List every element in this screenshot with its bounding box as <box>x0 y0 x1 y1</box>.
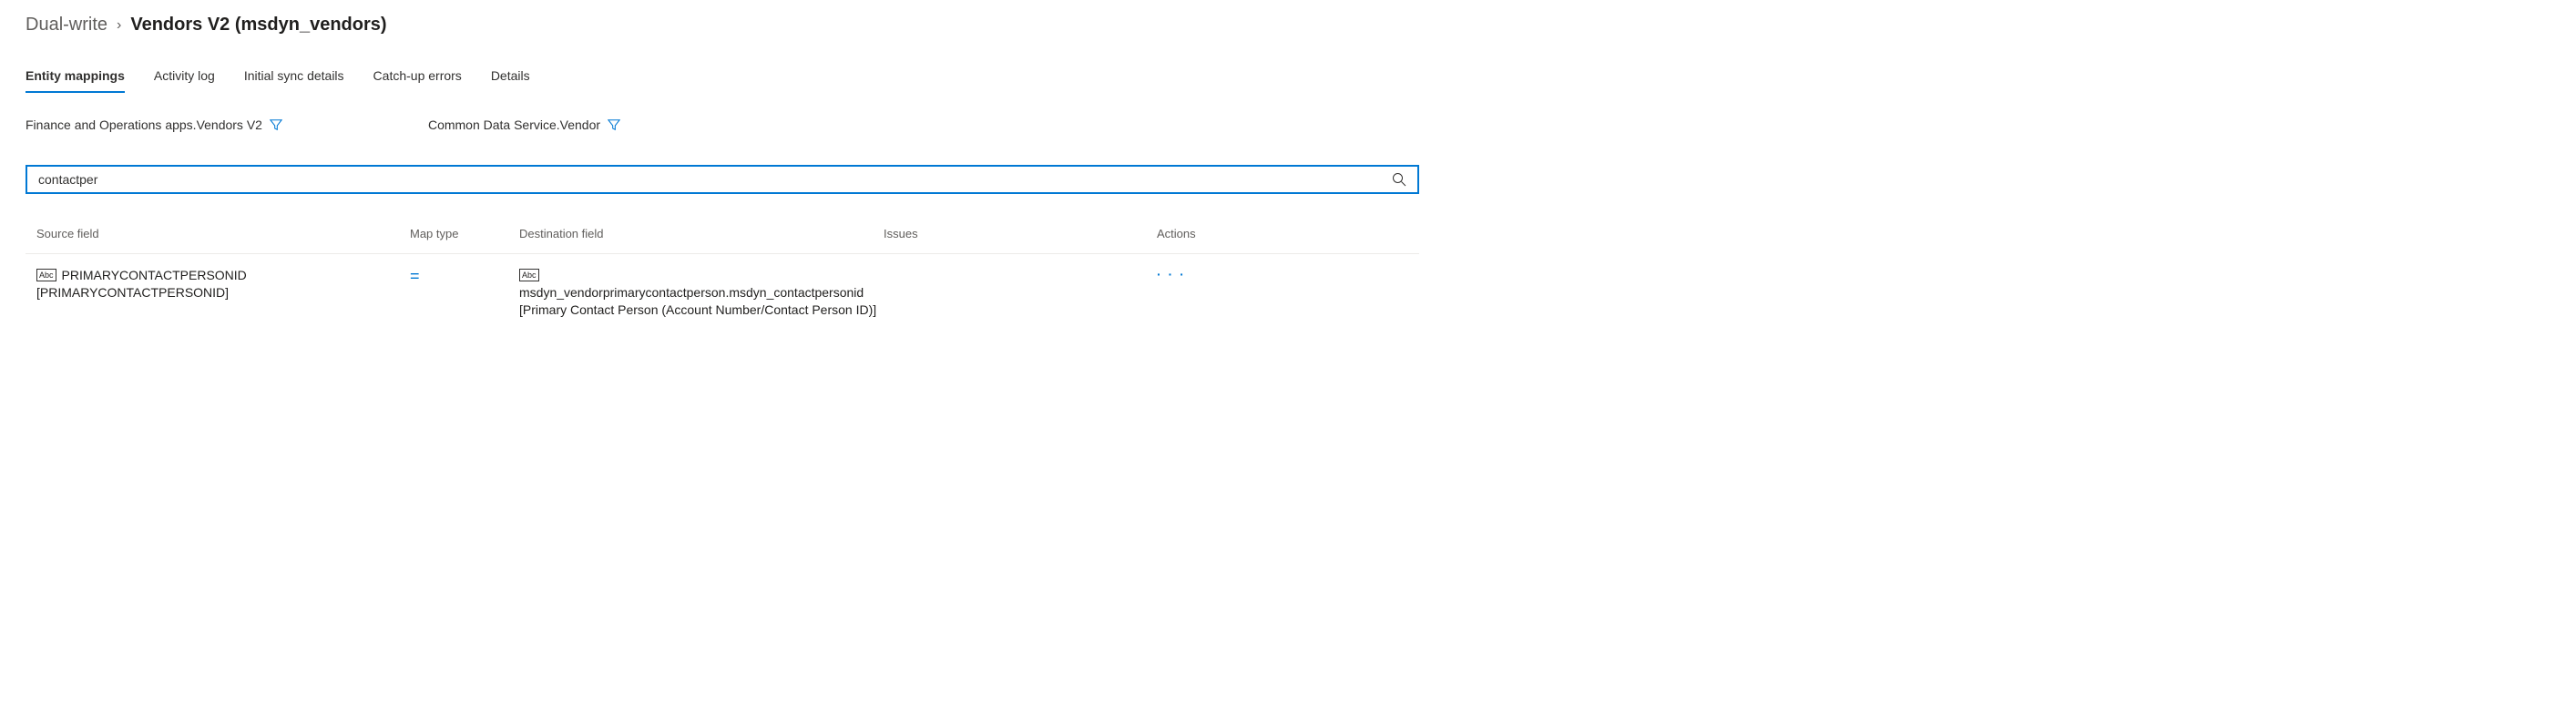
tab-activity-log[interactable]: Activity log <box>154 61 215 92</box>
equals-icon: = <box>410 267 420 285</box>
table-row[interactable]: Abc PRIMARYCONTACTPERSONID [PRIMARYCONTAC… <box>26 254 1419 332</box>
dest-text: msdyn_vendorprimarycontactperson.msdyn_c… <box>519 285 876 317</box>
header-dest[interactable]: Destination field <box>519 227 884 240</box>
header-source[interactable]: Source field <box>36 227 410 240</box>
entity-right-label: Common Data Service.Vendor <box>428 117 600 132</box>
source-line1: PRIMARYCONTACTPERSONID <box>62 268 247 282</box>
cell-maptype[interactable]: = <box>410 267 519 286</box>
cell-source: Abc PRIMARYCONTACTPERSONID [PRIMARYCONTAC… <box>36 267 410 301</box>
breadcrumb-current: Vendors V2 (msdyn_vendors) <box>130 15 386 36</box>
mapping-table: Source field Map type Destination field … <box>26 227 1419 332</box>
header-actions[interactable]: Actions <box>1157 227 1266 240</box>
abc-badge-icon: Abc <box>519 269 539 281</box>
entity-right: Common Data Service.Vendor <box>428 117 620 132</box>
search-icon[interactable] <box>1392 172 1406 187</box>
more-actions-icon[interactable]: · · · <box>1157 267 1186 281</box>
header-maptype[interactable]: Map type <box>410 227 519 240</box>
search-wrapper[interactable] <box>26 165 1419 194</box>
search-input[interactable] <box>38 172 1392 187</box>
table-header: Source field Map type Destination field … <box>26 227 1419 254</box>
abc-badge-icon: Abc <box>36 269 56 281</box>
entities-row: Finance and Operations apps.Vendors V2 C… <box>26 117 2550 132</box>
tab-entity-mappings[interactable]: Entity mappings <box>26 61 125 92</box>
cell-dest: Abc msdyn_vendorprimarycontactperson.msd… <box>519 267 884 319</box>
tab-initial-sync-details[interactable]: Initial sync details <box>244 61 344 92</box>
entity-left-label: Finance and Operations apps.Vendors V2 <box>26 117 262 132</box>
entity-left: Finance and Operations apps.Vendors V2 <box>26 117 282 132</box>
breadcrumb-parent[interactable]: Dual-write <box>26 15 107 36</box>
breadcrumb: Dual-write › Vendors V2 (msdyn_vendors) <box>26 15 2550 36</box>
tabs: Entity mappings Activity log Initial syn… <box>26 61 2550 92</box>
filter-icon[interactable] <box>608 118 620 131</box>
tab-details[interactable]: Details <box>491 61 530 92</box>
header-issues[interactable]: Issues <box>884 227 1157 240</box>
tab-catch-up-errors[interactable]: Catch-up errors <box>373 61 462 92</box>
source-line2: [PRIMARYCONTACTPERSONID] <box>36 285 229 300</box>
chevron-right-icon: › <box>117 17 121 34</box>
filter-icon[interactable] <box>270 118 282 131</box>
cell-actions: · · · <box>1157 267 1266 281</box>
